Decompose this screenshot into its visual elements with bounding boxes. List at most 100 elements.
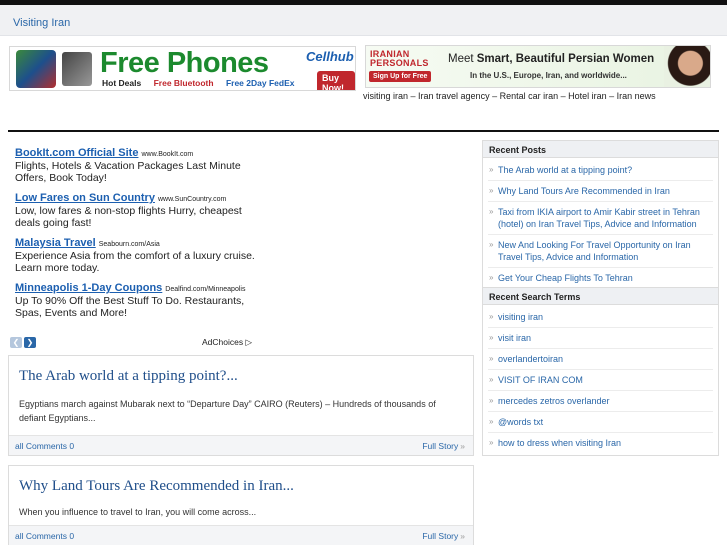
search-term-link[interactable]: VISIT OF IRAN COM	[498, 375, 583, 385]
recent-post-item[interactable]: » The Arab world at a tipping point?	[488, 160, 713, 181]
recent-post-item[interactable]: » Taxi from IKIA airport to Amir Kabir st…	[488, 202, 713, 235]
ad-subline: Hot Deals Free Bluetooth Free 2Day FedEx	[102, 78, 294, 88]
recent-posts-list: » The Arab world at a tipping point? » Why…	[483, 158, 718, 290]
post-excerpt: When you influence to travel to Iran, yo…	[19, 507, 257, 517]
ad-sub-fedex: Free 2Day FedEx	[225, 78, 295, 88]
site-title-link[interactable]: Visiting Iran	[13, 17, 70, 29]
ad2-subline: In the U.S., Europe, Iran, and worldwide…	[470, 71, 627, 80]
arrow-right-icon: »	[460, 441, 465, 451]
ad-sub-hot-deals: Hot Deals	[102, 78, 142, 88]
iranian-personals-ad-banner[interactable]: IRANIAN PERSONALS Sign Up for Free Meet …	[365, 45, 711, 88]
search-term-link[interactable]: @words txt	[498, 417, 543, 427]
post-title-link[interactable]: The Arab world at a tipping point?...	[19, 368, 238, 384]
bullet-arrow-icon: »	[489, 240, 494, 249]
recent-post-link[interactable]: New And Looking For Travel Opportunity o…	[498, 240, 691, 262]
search-term-item[interactable]: » overlandertoiran	[488, 349, 713, 370]
sponsored-item[interactable]: Low Fares on Sun Country www.SunCountry.c…	[15, 192, 260, 229]
search-term-link[interactable]: overlandertoiran	[498, 354, 563, 364]
search-term-link[interactable]: visit iran	[498, 333, 531, 343]
bullet-arrow-icon: »	[489, 333, 494, 342]
adchoices-label: AdChoices	[202, 337, 244, 347]
bullet-arrow-icon: »	[489, 354, 494, 363]
search-term-item[interactable]: » visit iran	[488, 328, 713, 349]
post-card: The Arab world at a tipping point?... Eg…	[8, 355, 474, 456]
phone-image	[16, 50, 56, 88]
sponsored-title[interactable]: Low Fares on Sun Country	[15, 192, 155, 204]
recent-post-link[interactable]: Why Land Tours Are Recommended in Iran	[498, 186, 670, 196]
adchoices-link[interactable]: AdChoices ▷	[202, 337, 252, 348]
bullet-arrow-icon: »	[489, 165, 494, 174]
free-phones-ad-banner[interactable]: Free Phones Cellhub Hot Deals Free Bluet…	[9, 46, 356, 91]
recent-post-item[interactable]: » Why Land Tours Are Recommended in Iran	[488, 181, 713, 202]
widget-title: Recent Posts	[483, 141, 718, 158]
sponsored-domain: www.BookIt.com	[141, 151, 194, 158]
post-footer: all Comments 0 Full Story»	[9, 525, 473, 545]
sponsored-links: BookIt.com Official Site www.BookIt.com F…	[15, 147, 260, 327]
search-term-item[interactable]: » visiting iran	[488, 307, 713, 328]
comments-link[interactable]: all Comments 0	[15, 531, 74, 541]
search-term-item[interactable]: » @words txt	[488, 412, 713, 433]
sponsored-desc: Experience Asia from the comfort of a lu…	[15, 250, 255, 274]
sponsored-title[interactable]: BookIt.com Official Site	[15, 147, 138, 159]
post-footer: all Comments 0 Full Story»	[9, 435, 473, 455]
recent-post-link[interactable]: Get Your Cheap Flights To Tehran	[498, 273, 633, 283]
post-card: Why Land Tours Are Recommended in Iran..…	[8, 465, 474, 545]
widget-title: Recent Search Terms	[483, 288, 718, 305]
recent-post-link[interactable]: The Arab world at a tipping point?	[498, 165, 632, 175]
recent-post-item[interactable]: » New And Looking For Travel Opportunity …	[488, 235, 713, 268]
recent-post-link[interactable]: Taxi from IKIA airport to Amir Kabir str…	[498, 207, 700, 229]
site-header: Visiting Iran	[0, 5, 727, 36]
sponsored-title[interactable]: Malaysia Travel	[15, 237, 96, 249]
phone-image-secondary	[62, 52, 92, 86]
full-story-link[interactable]: Full Story»	[422, 531, 465, 541]
sponsored-desc: Low, low fares & non-stop flights Hurry,…	[15, 205, 242, 229]
sponsored-item[interactable]: BookIt.com Official Site www.BookIt.com F…	[15, 147, 260, 184]
ad-brand: Cellhub	[306, 49, 354, 64]
sponsored-domain: www.SunCountry.com	[157, 196, 227, 203]
sponsored-title[interactable]: Minneapolis 1-Day Coupons	[15, 282, 162, 294]
search-term-link[interactable]: mercedes zetros overlander	[498, 396, 610, 406]
sponsored-domain: Seabourn.com/Asia	[98, 241, 160, 248]
ad2-logo-line-2: PERSONALS	[370, 58, 429, 68]
full-story-label: Full Story	[422, 531, 459, 541]
sign-up-button[interactable]: Sign Up for Free	[369, 71, 432, 82]
ad2-headline-pre: Meet	[448, 53, 477, 65]
recent-post-item[interactable]: » Get Your Cheap Flights To Tehran	[488, 268, 713, 288]
search-term-item[interactable]: » mercedes zetros overlander	[488, 391, 713, 412]
search-terms-list: » visiting iran » visit iran » overlanderto…	[483, 305, 718, 455]
post-title-link[interactable]: Why Land Tours Are Recommended in Iran..…	[19, 478, 294, 494]
search-term-link[interactable]: how to dress when visiting Iran	[498, 438, 621, 448]
ad2-headline: Meet Smart, Beautiful Persian Women	[448, 53, 654, 65]
search-term-link[interactable]: visiting iran	[498, 312, 543, 322]
search-term-item[interactable]: » VISIT OF IRAN COM	[488, 370, 713, 391]
recent-search-terms-widget: Recent Search Terms » visiting iran » visi…	[482, 287, 719, 456]
ad-navigation: ❮ ❯	[10, 337, 36, 348]
sponsored-domain: Dealfind.com/Minneapolis	[165, 286, 246, 293]
buy-now-button[interactable]: Buy Now!	[317, 71, 355, 90]
bullet-arrow-icon: »	[489, 207, 494, 216]
ad-headline: Free Phones	[100, 47, 269, 79]
bullet-arrow-icon: »	[489, 375, 494, 384]
arrow-right-icon: »	[460, 531, 465, 541]
sponsored-item[interactable]: Minneapolis 1-Day Coupons Dealfind.com/Mi…	[15, 282, 260, 319]
chevron-left-icon[interactable]: ❮	[10, 337, 22, 348]
bullet-arrow-icon: »	[489, 273, 494, 282]
site-tagline: visiting iran – Iran travel agency – Ren…	[363, 91, 656, 101]
ad-sub-bluetooth: Free Bluetooth	[153, 78, 214, 88]
full-story-link[interactable]: Full Story»	[422, 441, 465, 451]
search-term-item[interactable]: » how to dress when visiting Iran	[488, 433, 713, 453]
bullet-arrow-icon: »	[489, 396, 494, 405]
post-excerpt: Egyptians march against Mubarak next to …	[19, 399, 436, 423]
full-story-label: Full Story	[422, 441, 459, 451]
woman-photo	[664, 46, 710, 87]
bullet-arrow-icon: »	[489, 312, 494, 321]
comments-link[interactable]: all Comments 0	[15, 441, 74, 451]
sponsored-desc: Up To 90% Off the Best Stuff To Do. Rest…	[15, 295, 245, 319]
bullet-arrow-icon: »	[489, 417, 494, 426]
sponsored-item[interactable]: Malaysia Travel Seabourn.com/Asia Experie…	[15, 237, 260, 274]
adchoices-icon: ▷	[245, 337, 253, 347]
sponsored-desc: Flights, Hotels & Vacation Packages Last…	[15, 160, 241, 184]
bullet-arrow-icon: »	[489, 186, 494, 195]
bullet-arrow-icon: »	[489, 438, 494, 447]
chevron-right-icon[interactable]: ❯	[24, 337, 36, 348]
